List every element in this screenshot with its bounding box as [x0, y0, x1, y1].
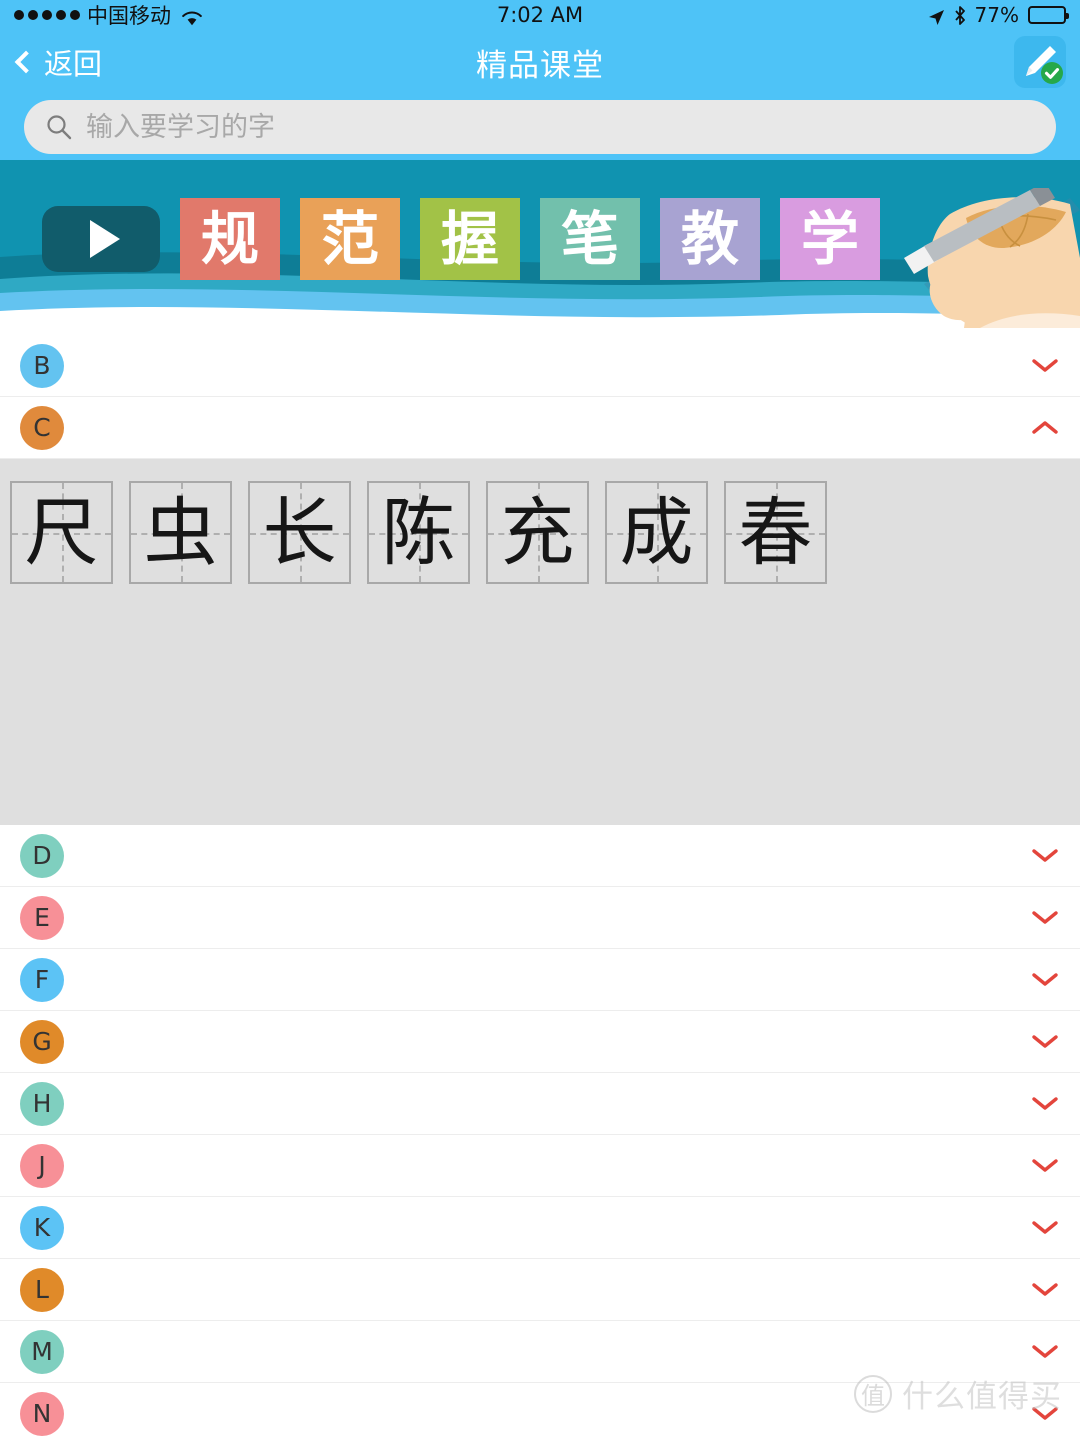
letter-row-m[interactable]: M — [0, 1321, 1080, 1383]
character-cell[interactable]: 虫 — [129, 481, 232, 584]
letter-badge: D — [20, 833, 64, 878]
page-title: 精品课堂 — [476, 47, 604, 84]
letter-index-list: BC尺虫长陈充成春DEFGHJKLMN — [0, 335, 1080, 1440]
back-button-label: 返回 — [44, 47, 103, 81]
letter-badge: N — [20, 1391, 64, 1436]
app-root: 中国移动 7:02 AM 77% 返回 精品课堂 输入要学习的字 规 范 握 笔… — [0, 0, 1080, 1440]
banner-tile[interactable]: 握 — [420, 198, 520, 280]
letter-badge: B — [20, 343, 64, 388]
play-icon — [89, 220, 120, 258]
hand-writing-pen-illustration — [904, 188, 1080, 335]
battery-icon — [1028, 6, 1069, 24]
status-bar-time: 7:02 AM — [496, 3, 584, 27]
chevron-down-icon — [1032, 849, 1058, 862]
letter-badge: C — [20, 405, 64, 450]
chevron-down-icon — [1032, 1097, 1058, 1110]
letter-badge: K — [20, 1205, 64, 1250]
character-cell[interactable]: 充 — [486, 481, 589, 584]
letter-badge: F — [20, 957, 64, 1002]
chevron-down-icon — [1032, 1159, 1058, 1172]
letter-row-k[interactable]: K — [0, 1197, 1080, 1259]
chevron-down-icon — [1032, 1221, 1058, 1234]
character-glyph: 充 — [500, 489, 575, 576]
pen-edit-check-icon — [1026, 46, 1063, 84]
chevron-down-icon — [1032, 1345, 1058, 1358]
character-glyph: 虫 — [143, 489, 218, 576]
letter-badge: H — [20, 1081, 64, 1126]
letter-row-j[interactable]: J — [0, 1135, 1080, 1197]
search-input[interactable] — [86, 111, 1034, 143]
chevron-down-icon — [1032, 1407, 1058, 1420]
status-bar-right: 77% — [928, 0, 1069, 30]
letter-row-b[interactable]: B — [0, 335, 1080, 397]
location-arrow-icon — [928, 7, 945, 25]
letter-badge: J — [20, 1143, 64, 1188]
banner-tile[interactable]: 笔 — [540, 198, 640, 280]
chevron-down-icon — [1032, 911, 1058, 924]
chevron-down-icon — [1032, 359, 1058, 372]
chevron-down-icon — [1032, 973, 1058, 986]
chevron-left-icon — [14, 50, 38, 74]
character-panel: 尺虫长陈充成春 — [0, 459, 1080, 825]
back-button[interactable]: 返回 — [14, 41, 103, 83]
letter-row-c[interactable]: C — [0, 397, 1080, 459]
search-icon — [46, 114, 72, 140]
battery-percent-label: 77% — [974, 3, 1019, 27]
banner-tile[interactable]: 范 — [300, 198, 400, 280]
character-glyph: 陈 — [381, 489, 456, 576]
letter-badge: M — [20, 1329, 64, 1374]
character-grid: 尺虫长陈充成春 — [10, 481, 1080, 584]
pen-edit-check-button[interactable] — [1014, 36, 1066, 88]
character-cell[interactable]: 陈 — [367, 481, 470, 584]
chevron-down-icon — [1032, 1283, 1058, 1296]
letter-row-l[interactable]: L — [0, 1259, 1080, 1321]
play-button[interactable] — [42, 206, 160, 272]
chevron-down-icon — [1032, 1035, 1058, 1048]
letter-row-h[interactable]: H — [0, 1073, 1080, 1135]
chevron-up-icon — [1032, 421, 1058, 434]
letter-row-e[interactable]: E — [0, 887, 1080, 949]
bluetooth-icon — [954, 5, 966, 25]
banner-tile[interactable]: 学 — [780, 198, 880, 280]
letter-row-d[interactable]: D — [0, 825, 1080, 887]
character-glyph: 尺 — [24, 489, 99, 576]
character-glyph: 春 — [738, 489, 813, 576]
letter-row-n[interactable]: N — [0, 1383, 1080, 1440]
character-cell[interactable]: 尺 — [10, 481, 113, 584]
character-glyph: 长 — [262, 489, 337, 576]
character-cell[interactable]: 长 — [248, 481, 351, 584]
search-bar-container — [0, 94, 1080, 160]
letter-row-f[interactable]: F — [0, 949, 1080, 1011]
character-glyph: 成 — [619, 489, 694, 576]
letter-badge: L — [20, 1267, 64, 1312]
promo-banner[interactable]: 规 范 握 笔 教 学 — [0, 160, 1080, 335]
letter-badge: G — [20, 1019, 64, 1064]
search-box[interactable] — [24, 100, 1056, 154]
navigation-bar: 返回 精品课堂 — [0, 30, 1080, 94]
banner-tile-row: 规 范 握 笔 教 学 — [42, 198, 880, 280]
character-cell[interactable]: 成 — [605, 481, 708, 584]
letter-badge: E — [20, 895, 64, 940]
letter-row-g[interactable]: G — [0, 1011, 1080, 1073]
banner-tile[interactable]: 教 — [660, 198, 760, 280]
character-cell[interactable]: 春 — [724, 481, 827, 584]
banner-tile[interactable]: 规 — [180, 198, 280, 280]
status-bar: 中国移动 7:02 AM 77% — [0, 0, 1080, 30]
